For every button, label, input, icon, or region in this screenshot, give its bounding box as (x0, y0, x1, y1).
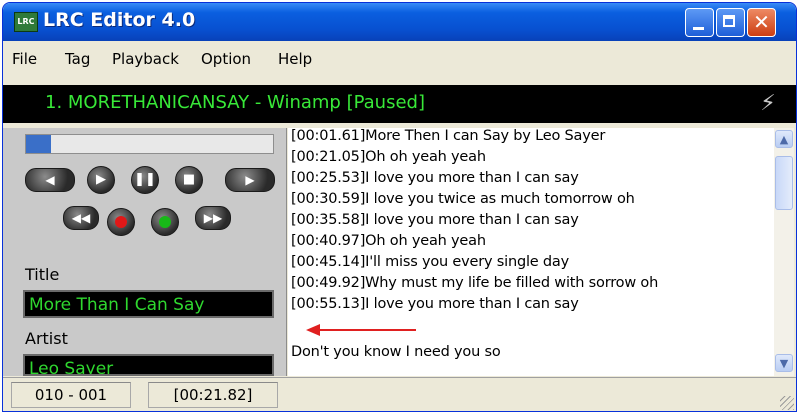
now-playing-text: 1. MORETHANICANSAY - Winamp [Paused] (45, 92, 425, 113)
lyric-line: [00:30.59]I love you twice as much tomor… (291, 191, 635, 207)
record-button[interactable] (107, 208, 135, 236)
title-value: More Than I Can Say (29, 295, 205, 315)
maximize-icon (723, 15, 735, 27)
previous-icon: ◀ (45, 173, 55, 187)
previous-button[interactable]: ◀ (25, 168, 75, 192)
lyric-line: Don't you know I need you so (291, 344, 501, 360)
artist-label: Artist (25, 329, 68, 348)
stop-icon: ■ (182, 172, 196, 187)
artist-field[interactable]: Leo Sayer (23, 354, 274, 376)
scroll-up-button[interactable]: ▲ (775, 130, 793, 148)
position-slider[interactable] (25, 134, 274, 154)
menu-tag[interactable]: Tag (65, 50, 90, 68)
pause-button[interactable]: ❚❚ (131, 166, 159, 194)
menu-help[interactable]: Help (278, 50, 312, 68)
scroll-down-button[interactable]: ▼ (775, 354, 793, 372)
lyrics-editor[interactable]: [00:01.61]More Then I can Say by Leo Say… (288, 128, 774, 376)
lrc-app-icon: LRC (14, 12, 38, 32)
position-fill (26, 135, 51, 153)
fast-forward-button[interactable]: ▶▶ (195, 206, 231, 230)
player-panel: ◀ ▶ ❚❚ ■ ▶ ◀◀ ▶▶ Title More Than I Can S… (3, 128, 287, 376)
lyric-line: [00:55.13]I love you more than I can say (291, 296, 579, 312)
close-icon: ✕ (753, 10, 770, 34)
now-playing-display: 1. MORETHANICANSAY - Winamp [Paused] ⚡ (3, 85, 796, 123)
rewind-button[interactable]: ◀◀ (63, 206, 99, 230)
minimize-icon (693, 27, 704, 30)
play-icon: ▶ (96, 172, 106, 187)
lyric-line: [00:35.58]I love you more than I can say (291, 212, 579, 228)
stop-button[interactable]: ■ (175, 166, 203, 194)
lyric-line: [00:40.97]Oh oh yeah yeah (291, 233, 486, 249)
winamp-logo-icon: ⚡ (760, 91, 776, 116)
lyric-line: [00:25.53]I love you more than I can say (291, 170, 579, 186)
artist-value: Leo Sayer (29, 359, 114, 376)
window-title: LRC Editor 4.0 (43, 9, 196, 31)
title-field[interactable]: More Than I Can Say (23, 290, 274, 318)
next-button[interactable]: ▶ (225, 168, 275, 192)
chevron-down-icon: ▼ (779, 357, 789, 370)
line-index: 010 - 001 (11, 382, 131, 408)
record-icon (115, 216, 127, 228)
chevron-up-icon: ▲ (779, 133, 789, 146)
rewind-icon: ◀◀ (71, 211, 91, 225)
menu-playback[interactable]: Playback (112, 50, 179, 68)
cursor-arrow-icon (306, 324, 416, 336)
lyric-line: [00:21.05]Oh oh yeah yeah (291, 149, 486, 165)
app-window: LRC LRC Editor 4.0 ✕ File Tag Playback O… (2, 2, 797, 412)
current-time: [00:21.82] (148, 382, 278, 408)
title-bar[interactable]: LRC LRC Editor 4.0 ✕ (3, 3, 796, 41)
pause-icon: ❚❚ (134, 172, 156, 187)
confirm-icon (159, 216, 171, 228)
menu-file[interactable]: File (12, 50, 37, 68)
menu-bar: File Tag Playback Option Help (3, 43, 796, 75)
menu-option[interactable]: Option (201, 50, 251, 68)
maximize-button[interactable] (716, 8, 745, 37)
status-bar: 010 - 001 [00:21.82] (3, 377, 796, 411)
confirm-button[interactable] (151, 208, 179, 236)
next-icon: ▶ (245, 173, 255, 187)
scroll-thumb[interactable] (775, 156, 793, 210)
close-button[interactable]: ✕ (747, 8, 776, 37)
fast-forward-icon: ▶▶ (203, 211, 223, 225)
title-label: Title (25, 265, 60, 284)
minimize-button[interactable] (685, 8, 714, 37)
lyric-line: [00:49.92]Why must my life be filled wit… (291, 275, 659, 291)
lyric-line: [00:01.61]More Then I can Say by Leo Say… (291, 128, 606, 144)
resize-grip-icon[interactable] (780, 396, 794, 410)
play-button[interactable]: ▶ (87, 166, 115, 194)
lyrics-scrollbar[interactable]: ▲ ▼ (774, 128, 794, 376)
lyric-line: [00:45.14]I'll miss you every single day (291, 254, 569, 270)
